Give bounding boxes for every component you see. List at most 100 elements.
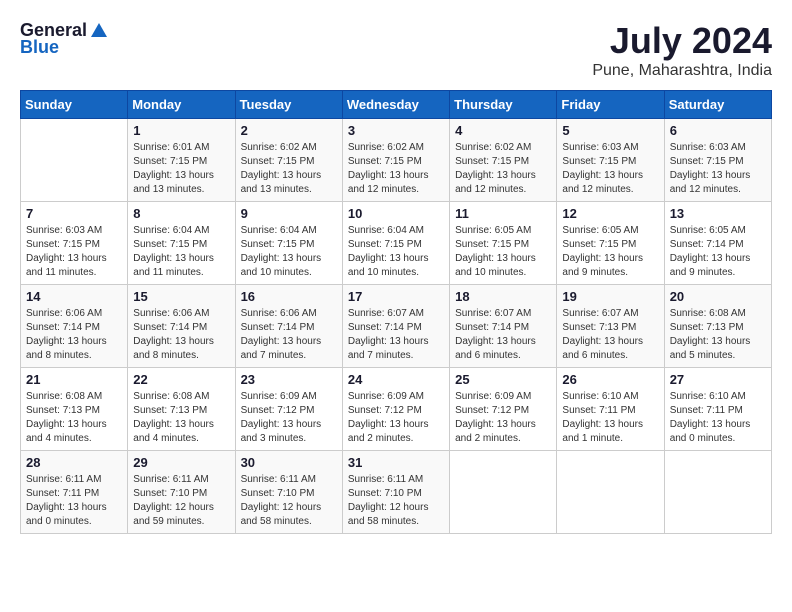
day-info: Sunrise: 6:02 AMSunset: 7:15 PMDaylight:… <box>241 141 337 197</box>
day-info: Sunrise: 6:01 AMSunset: 7:15 PMDaylight:… <box>133 141 229 197</box>
day-info: Sunrise: 6:10 AMSunset: 7:11 PMDaylight:… <box>562 390 658 446</box>
day-number: 8 <box>133 206 229 221</box>
day-info: Sunrise: 6:11 AMSunset: 7:10 PMDaylight:… <box>348 473 444 529</box>
day-info: Sunrise: 6:03 AMSunset: 7:15 PMDaylight:… <box>562 141 658 197</box>
day-number: 29 <box>133 455 229 470</box>
day-number: 12 <box>562 206 658 221</box>
calendar-cell: 13 Sunrise: 6:05 AMSunset: 7:14 PMDayligh… <box>664 202 771 285</box>
day-info: Sunrise: 6:11 AMSunset: 7:11 PMDaylight:… <box>26 473 122 529</box>
calendar-cell: 24 Sunrise: 6:09 AMSunset: 7:12 PMDayligh… <box>342 368 449 451</box>
day-info: Sunrise: 6:05 AMSunset: 7:15 PMDaylight:… <box>562 224 658 280</box>
calendar-cell: 21Sunrise: 6:08 AMSunset: 7:13 PMDayligh… <box>21 368 128 451</box>
calendar-cell: 7 Sunrise: 6:03 AMSunset: 7:15 PMDaylight… <box>21 202 128 285</box>
calendar-cell: 18 Sunrise: 6:07 AMSunset: 7:14 PMDayligh… <box>450 285 557 368</box>
calendar-cell: 29 Sunrise: 6:11 AMSunset: 7:10 PMDayligh… <box>128 451 235 534</box>
day-number: 31 <box>348 455 444 470</box>
calendar-cell: 26 Sunrise: 6:10 AMSunset: 7:11 PMDayligh… <box>557 368 664 451</box>
calendar-cell <box>450 451 557 534</box>
day-number: 18 <box>455 289 551 304</box>
day-info: Sunrise: 6:04 AMSunset: 7:15 PMDaylight:… <box>133 224 229 280</box>
day-info: Sunrise: 6:10 AMSunset: 7:11 PMDaylight:… <box>670 390 766 446</box>
day-info: Sunrise: 6:06 AMSunset: 7:14 PMDaylight:… <box>26 307 122 363</box>
calendar-cell: 15Sunrise: 6:06 AMSunset: 7:14 PMDayligh… <box>128 285 235 368</box>
day-info: Sunrise: 6:11 AMSunset: 7:10 PMDaylight:… <box>241 473 337 529</box>
day-number: 21 <box>26 372 122 387</box>
calendar-cell <box>664 451 771 534</box>
day-info: Sunrise: 6:09 AMSunset: 7:12 PMDaylight:… <box>241 390 337 446</box>
day-number: 27 <box>670 372 766 387</box>
calendar-table: SundayMondayTuesdayWednesdayThursdayFrid… <box>20 90 772 534</box>
calendar-cell: 9 Sunrise: 6:04 AMSunset: 7:15 PMDaylight… <box>235 202 342 285</box>
calendar-cell <box>557 451 664 534</box>
day-info: Sunrise: 6:06 AMSunset: 7:14 PMDaylight:… <box>241 307 337 363</box>
calendar-cell <box>21 119 128 202</box>
day-number: 6 <box>670 123 766 138</box>
calendar-cell: 10Sunrise: 6:04 AMSunset: 7:15 PMDayligh… <box>342 202 449 285</box>
day-number: 7 <box>26 206 122 221</box>
day-number: 13 <box>670 206 766 221</box>
calendar-cell: 23 Sunrise: 6:09 AMSunset: 7:12 PMDayligh… <box>235 368 342 451</box>
day-info: Sunrise: 6:04 AMSunset: 7:15 PMDaylight:… <box>348 224 444 280</box>
logo-blue: Blue <box>20 37 59 58</box>
calendar-cell: 20Sunrise: 6:08 AMSunset: 7:13 PMDayligh… <box>664 285 771 368</box>
day-info: Sunrise: 6:03 AMSunset: 7:15 PMDaylight:… <box>26 224 122 280</box>
header-friday: Friday <box>557 91 664 119</box>
calendar-cell: 31 Sunrise: 6:11 AMSunset: 7:10 PMDayligh… <box>342 451 449 534</box>
day-number: 24 <box>348 372 444 387</box>
logo: General Blue <box>20 20 107 58</box>
day-info: Sunrise: 6:05 AMSunset: 7:14 PMDaylight:… <box>670 224 766 280</box>
day-number: 16 <box>241 289 337 304</box>
calendar-cell: 27 Sunrise: 6:10 AMSunset: 7:11 PMDayligh… <box>664 368 771 451</box>
day-info: Sunrise: 6:02 AMSunset: 7:15 PMDaylight:… <box>348 141 444 197</box>
day-number: 22 <box>133 372 229 387</box>
calendar-cell: 30 Sunrise: 6:11 AMSunset: 7:10 PMDayligh… <box>235 451 342 534</box>
day-number: 17 <box>348 289 444 304</box>
calendar-cell: 6 Sunrise: 6:03 AMSunset: 7:15 PMDaylight… <box>664 119 771 202</box>
calendar-cell: 17 Sunrise: 6:07 AMSunset: 7:14 PMDayligh… <box>342 285 449 368</box>
calendar-cell: 11 Sunrise: 6:05 AMSunset: 7:15 PMDayligh… <box>450 202 557 285</box>
day-info: Sunrise: 6:05 AMSunset: 7:15 PMDaylight:… <box>455 224 551 280</box>
day-number: 19 <box>562 289 658 304</box>
day-number: 11 <box>455 206 551 221</box>
calendar-cell: 14 Sunrise: 6:06 AMSunset: 7:14 PMDayligh… <box>21 285 128 368</box>
day-number: 23 <box>241 372 337 387</box>
header-monday: Monday <box>128 91 235 119</box>
day-number: 5 <box>562 123 658 138</box>
title-area: July 2024 Pune, Maharashtra, India <box>592 20 772 80</box>
header-sunday: Sunday <box>21 91 128 119</box>
calendar-cell: 16 Sunrise: 6:06 AMSunset: 7:14 PMDayligh… <box>235 285 342 368</box>
day-number: 26 <box>562 372 658 387</box>
day-info: Sunrise: 6:09 AMSunset: 7:12 PMDaylight:… <box>348 390 444 446</box>
calendar-cell: 25Sunrise: 6:09 AMSunset: 7:12 PMDayligh… <box>450 368 557 451</box>
day-number: 2 <box>241 123 337 138</box>
day-info: Sunrise: 6:08 AMSunset: 7:13 PMDaylight:… <box>133 390 229 446</box>
calendar-cell: 2 Sunrise: 6:02 AMSunset: 7:15 PMDaylight… <box>235 119 342 202</box>
day-number: 28 <box>26 455 122 470</box>
day-info: Sunrise: 6:07 AMSunset: 7:14 PMDaylight:… <box>455 307 551 363</box>
calendar-cell: 8 Sunrise: 6:04 AMSunset: 7:15 PMDaylight… <box>128 202 235 285</box>
calendar-cell: 4Sunrise: 6:02 AMSunset: 7:15 PMDaylight… <box>450 119 557 202</box>
calendar-cell: 28 Sunrise: 6:11 AMSunset: 7:11 PMDayligh… <box>21 451 128 534</box>
calendar-cell: 22 Sunrise: 6:08 AMSunset: 7:13 PMDayligh… <box>128 368 235 451</box>
day-info: Sunrise: 6:11 AMSunset: 7:10 PMDaylight:… <box>133 473 229 529</box>
day-number: 1 <box>133 123 229 138</box>
day-number: 20 <box>670 289 766 304</box>
day-info: Sunrise: 6:02 AMSunset: 7:15 PMDaylight:… <box>455 141 551 197</box>
header-thursday: Thursday <box>450 91 557 119</box>
subtitle: Pune, Maharashtra, India <box>592 62 772 80</box>
calendar-cell: 3 Sunrise: 6:02 AMSunset: 7:15 PMDaylight… <box>342 119 449 202</box>
day-info: Sunrise: 6:04 AMSunset: 7:15 PMDaylight:… <box>241 224 337 280</box>
logo-icon <box>91 23 107 37</box>
day-info: Sunrise: 6:07 AMSunset: 7:14 PMDaylight:… <box>348 307 444 363</box>
day-info: Sunrise: 6:03 AMSunset: 7:15 PMDaylight:… <box>670 141 766 197</box>
day-number: 9 <box>241 206 337 221</box>
day-info: Sunrise: 6:07 AMSunset: 7:13 PMDaylight:… <box>562 307 658 363</box>
day-number: 15 <box>133 289 229 304</box>
day-number: 14 <box>26 289 122 304</box>
day-number: 30 <box>241 455 337 470</box>
calendar-cell: 19 Sunrise: 6:07 AMSunset: 7:13 PMDayligh… <box>557 285 664 368</box>
header-tuesday: Tuesday <box>235 91 342 119</box>
day-number: 25 <box>455 372 551 387</box>
day-number: 3 <box>348 123 444 138</box>
calendar-cell: 12 Sunrise: 6:05 AMSunset: 7:15 PMDayligh… <box>557 202 664 285</box>
